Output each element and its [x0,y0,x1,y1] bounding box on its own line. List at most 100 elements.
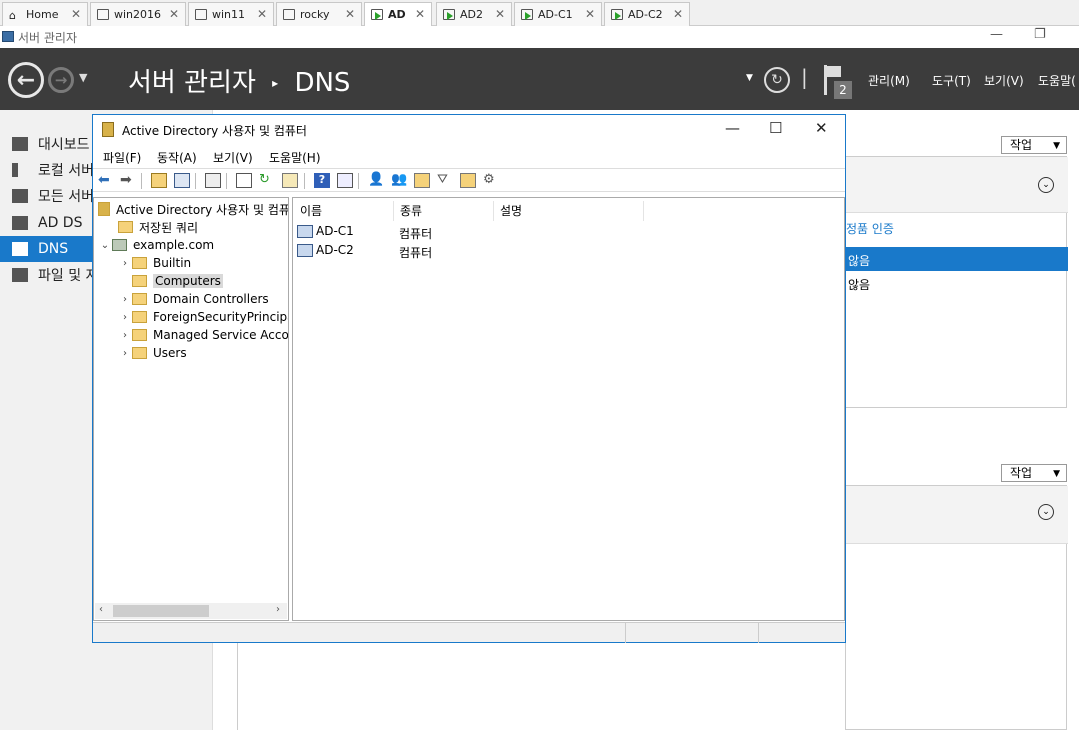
expand-chevron-icon[interactable]: › [118,348,132,359]
vm-tab-ad-c2[interactable]: AD-C2 ✕ [604,2,690,26]
expand-chevron-icon[interactable]: › [118,294,132,305]
tree-domain[interactable]: ⌄ example.com [98,236,214,254]
list-item[interactable]: AD-C2 컴퓨터 [297,243,597,261]
forward-button[interactable]: → [48,67,74,93]
minimize-button[interactable]: — [725,119,740,137]
properties-icon[interactable] [236,173,252,188]
clipboard-icon[interactable] [205,173,221,188]
filter-icon[interactable]: ⛛ [437,173,453,188]
row-value[interactable]: 않음 [848,276,870,293]
selected-row-value[interactable]: 않음 [848,252,870,269]
menu-help[interactable]: 도움말(H) [269,149,321,166]
column-header-type[interactable]: 종류 [394,201,494,221]
new-group-icon[interactable]: 👥 [391,173,407,188]
tasks-button-top[interactable]: 작업 [1001,136,1067,154]
scroll-left-icon[interactable]: ‹ [99,604,103,615]
vm-tab-win11[interactable]: win11 ✕ [188,2,274,26]
tree-saved-queries[interactable]: 저장된 쿼리 [118,218,198,236]
forward-arrow-icon[interactable]: ➡ [120,173,136,188]
menu-action[interactable]: 동작(A) [157,149,197,166]
servers-icon [12,189,28,203]
close-icon[interactable]: ✕ [673,7,683,21]
column-header-name[interactable]: 이름 [294,201,394,221]
vm-tab-rocky[interactable]: rocky ✕ [276,2,362,26]
expand-chevron-icon[interactable]: › [118,312,132,323]
vm-tab-home[interactable]: ⌂ Home ✕ [2,2,88,26]
menu-manage[interactable]: 관리(M) [868,72,910,89]
notifications-flag-icon[interactable]: 2 [822,65,852,99]
menu-view[interactable]: 보기(V) [213,149,253,166]
list-item[interactable]: AD-C1 컴퓨터 [297,224,597,242]
new-user-icon[interactable]: 👤 [368,173,384,188]
ad-ds-icon [12,216,28,230]
menu-view[interactable]: 보기(V) [984,72,1024,89]
close-icon[interactable]: ✕ [71,7,81,21]
column-header-description[interactable]: 설명 [494,201,644,221]
vm-tab-ad-c1[interactable]: AD-C1 ✕ [514,2,602,26]
export-icon[interactable] [282,173,298,188]
menu-help[interactable]: 도움말( [1038,72,1076,89]
vm-running-icon [371,9,383,20]
page-title: 서버 관리자 ▸ DNS [128,68,351,98]
find-icon[interactable] [460,173,476,188]
tree-builtin[interactable]: › Builtin [118,254,191,272]
product-activation-link[interactable]: 정품 인증 [846,220,894,237]
maximize-button[interactable]: ☐ [769,119,782,137]
home-icon: ⌂ [9,9,16,22]
aduc-window: Active Directory 사용자 및 컴퓨터 — ☐ ✕ 파일(F) 동… [92,114,846,643]
tree-foreign-security-principals[interactable]: › ForeignSecurityPrincipal [118,308,288,326]
close-button[interactable]: ✕ [815,119,828,137]
server-manager-icon [2,31,14,42]
scroll-right-icon[interactable]: › [276,604,280,615]
expand-chevron-icon[interactable]: › [118,330,132,341]
close-icon[interactable]: ✕ [585,7,595,21]
history-dropdown-icon[interactable]: ▼ [79,71,87,84]
tree-users[interactable]: › Users [118,344,187,362]
refresh-icon[interactable]: ↻ [764,67,790,93]
expand-chevron-icon[interactable]: ⌄ [1038,504,1054,520]
tasks-button-bottom[interactable]: 작업 [1001,464,1067,482]
menu-tools[interactable]: 도구(T) [932,72,971,89]
tree-managed-service-accounts[interactable]: › Managed Service Accou [118,326,288,344]
close-icon[interactable]: ✕ [415,7,425,21]
back-button[interactable]: ← [8,62,44,98]
menu-file[interactable]: 파일(F) [103,149,141,166]
scroll-thumb[interactable] [113,605,209,617]
folder-icon [132,347,147,359]
minimize-button[interactable]: — [990,27,1003,42]
vm-tab-win2016[interactable]: win2016 ✕ [90,2,186,26]
aduc-icon [102,122,114,137]
restore-button[interactable]: ❐ [1034,27,1046,42]
back-arrow-icon[interactable]: ⬅ [98,173,114,188]
vm-tab-bar: ⌂ Home ✕ win2016 ✕ win11 ✕ rocky ✕ AD ✕ … [0,0,1079,26]
dns-icon [12,242,28,256]
tree-root[interactable]: Active Directory 사용자 및 컴퓨 [98,200,288,218]
close-icon[interactable]: ✕ [495,7,505,21]
new-ou-icon[interactable] [414,173,430,188]
vm-tab-ad2[interactable]: AD2 ✕ [436,2,512,26]
horizontal-scrollbar[interactable]: ‹ › [95,603,287,619]
close-icon[interactable]: ✕ [169,7,179,21]
tree-computers[interactable]: Computers [132,272,223,290]
server-icon [12,163,18,177]
expand-chevron-icon[interactable]: › [118,258,132,269]
notification-count: 2 [834,81,852,99]
vm-tab-ad[interactable]: AD ✕ [364,2,432,26]
tree-domain-controllers[interactable]: › Domain Controllers [118,290,269,308]
refresh-icon[interactable]: ↻ [259,173,275,188]
collapse-chevron-icon[interactable]: ⌄ [98,240,112,251]
dropdown-icon[interactable]: ▼ [746,73,753,83]
help-icon[interactable]: ? [314,173,330,188]
show-tree-icon[interactable] [174,173,190,188]
action-pane-icon[interactable] [337,173,353,188]
aduc-menubar: 파일(F) 동작(A) 보기(V) 도움말(H) [93,145,845,167]
divider [237,634,238,730]
folder-icon [132,329,147,341]
delegate-icon[interactable]: ⚙ [483,173,499,188]
aduc-title: Active Directory 사용자 및 컴퓨터 [122,124,307,138]
up-folder-icon[interactable] [151,173,167,188]
expand-chevron-icon[interactable]: ⌄ [1038,177,1054,193]
close-icon[interactable]: ✕ [257,7,267,21]
close-icon[interactable]: ✕ [345,7,355,21]
details-pane: 이름 종류 설명 AD-C1 컴퓨터 AD-C2 컴퓨터 [292,197,845,621]
